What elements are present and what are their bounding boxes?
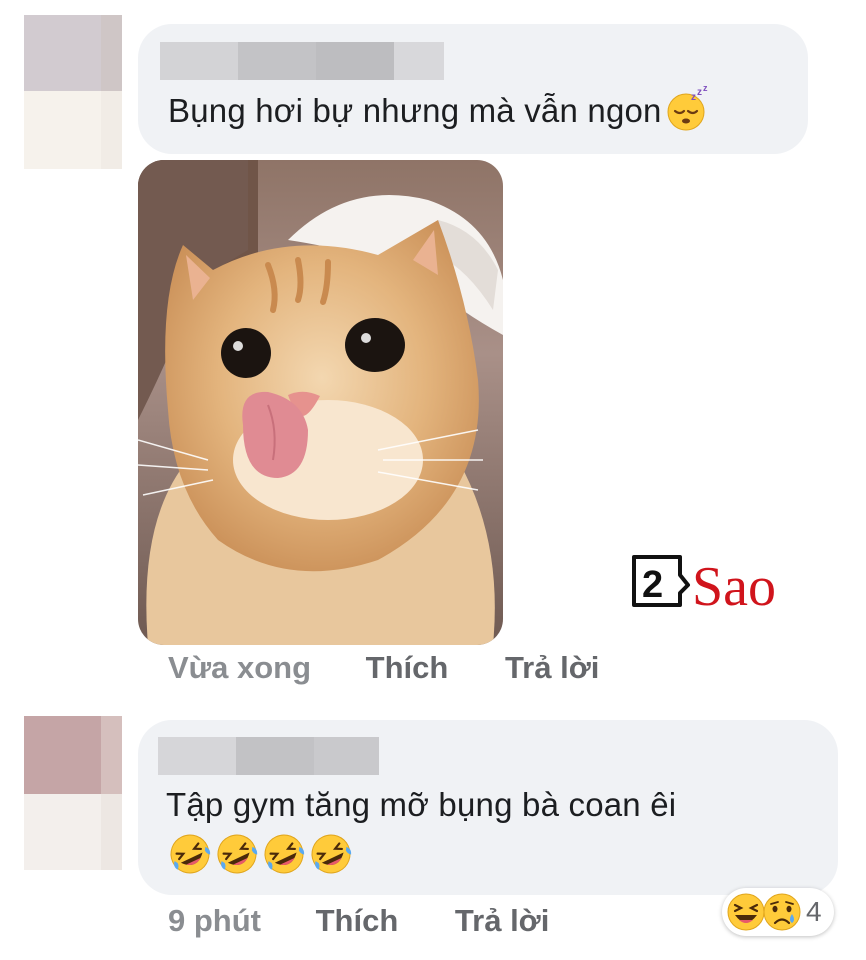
avatar[interactable] xyxy=(24,716,122,870)
logo-word: Sao xyxy=(692,556,776,615)
rofl-icon xyxy=(217,834,258,874)
sleepy-zzz-icon: z z z xyxy=(667,86,708,131)
comment-actions: 9 phút Thích Trả lời xyxy=(168,903,549,939)
rofl-icon xyxy=(311,834,352,874)
comment-text: Bụng hơi bự nhưng mà vẫn ngon z z z xyxy=(168,86,710,132)
reply-button[interactable]: Trả lời xyxy=(455,903,549,938)
avatar[interactable] xyxy=(24,15,122,169)
like-button[interactable]: Thích xyxy=(316,903,399,938)
author-name-blurred[interactable] xyxy=(160,42,444,80)
reactions-summary[interactable]: 4 xyxy=(722,888,834,936)
comment-text: Tập gym tăng mỡ bụng bà coan êi xyxy=(166,786,677,823)
comment-time[interactable]: Vừa xong xyxy=(168,650,311,685)
watermark-logo: 2 Sao xyxy=(630,545,800,618)
like-button[interactable]: Thích xyxy=(366,650,449,685)
sad-tear-icon xyxy=(763,893,801,931)
svg-text:z: z xyxy=(691,92,696,103)
logo-digit: 2 xyxy=(642,564,663,606)
comment-time[interactable]: 9 phút xyxy=(168,903,261,938)
laughing-icon xyxy=(727,893,765,931)
comment-bubble: Bụng hơi bự nhưng mà vẫn ngon z z z xyxy=(138,24,808,154)
reaction-count: 4 xyxy=(806,896,822,927)
rofl-icon xyxy=(264,834,305,874)
author-name-blurred[interactable] xyxy=(158,737,379,775)
logo-2sao-icon: 2 Sao xyxy=(632,555,776,618)
reply-button[interactable]: Trả lời xyxy=(505,650,599,685)
comment-actions: Vừa xong Thích Trả lời xyxy=(168,650,599,686)
svg-text:z: z xyxy=(703,86,708,93)
comment-bubble: Tập gym tăng mỡ bụng bà coan êi xyxy=(138,720,838,895)
cat-image xyxy=(138,160,503,645)
comment-photo-cat[interactable] xyxy=(138,160,503,645)
svg-text:z: z xyxy=(697,87,702,98)
rofl-icon xyxy=(170,834,211,874)
comment-emoji-row xyxy=(168,832,353,876)
